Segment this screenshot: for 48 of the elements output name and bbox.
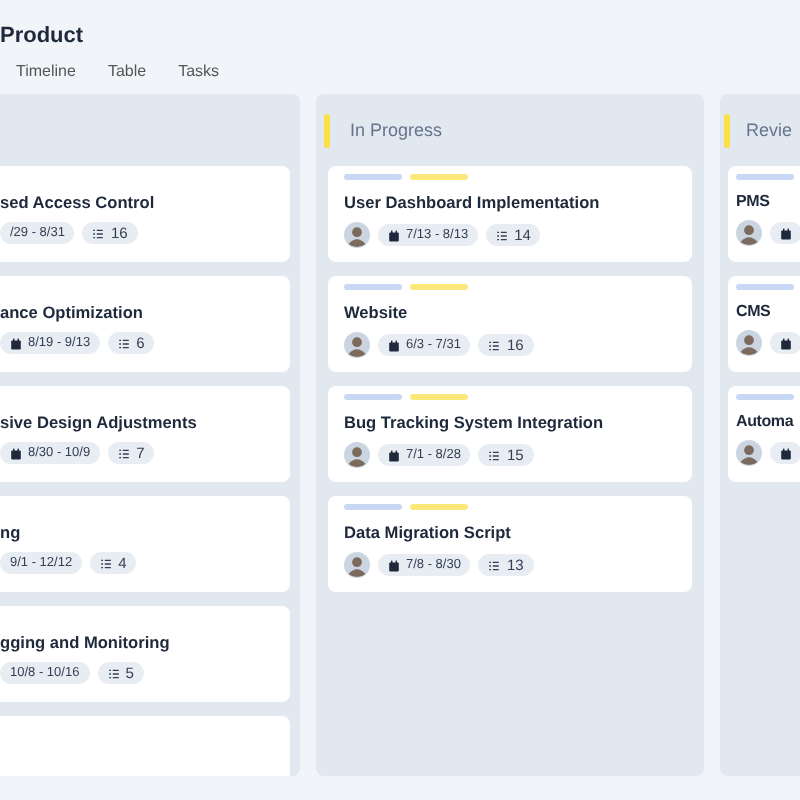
calendar-icon: [388, 559, 400, 571]
avatar-icon: [344, 332, 370, 358]
task-title: Automa: [736, 412, 796, 430]
task-card[interactable]: PMS: [728, 166, 800, 262]
column-title: In Progress: [350, 120, 443, 140]
list-icon: [118, 337, 131, 349]
task-title: sive Design Adjustments: [0, 412, 199, 432]
task-title: gging and Monitoring: [0, 632, 172, 652]
calendar-icon: [10, 337, 22, 349]
column-accent-bar: [324, 113, 330, 147]
avatar-icon: [736, 330, 762, 356]
list-icon: [100, 557, 113, 569]
calendar-icon: [388, 449, 400, 461]
calendar-icon: [780, 337, 792, 349]
task-title: CMS: [736, 302, 773, 320]
list-icon: [118, 447, 131, 459]
calendar-icon: [780, 447, 792, 459]
task-title: Data Migration Script: [344, 522, 513, 542]
task-title: ng: [0, 522, 23, 542]
avatar-icon: [344, 222, 370, 248]
task-card[interactable]: CMS: [728, 276, 800, 372]
task-title: ance Optimization: [0, 302, 145, 322]
task-title: User Dashboard Implementation: [344, 192, 602, 212]
task-title: Website: [344, 302, 410, 322]
task-title: Bug Tracking System Integration: [344, 412, 606, 432]
task-card[interactable]: Automa: [728, 386, 800, 482]
avatar-icon: [736, 440, 762, 466]
task-title: sed Access Control: [0, 192, 157, 212]
view-tab[interactable]: Table: [95, 57, 159, 83]
calendar-icon: [388, 229, 400, 241]
list-icon: [488, 449, 501, 461]
task-title: PMS: [736, 192, 772, 210]
avatar-icon: [736, 220, 762, 246]
view-tab[interactable]: Tasks: [166, 57, 232, 83]
list-icon: [107, 667, 120, 679]
calendar-icon: [388, 339, 400, 351]
view-tab[interactable]: Timeline: [4, 57, 88, 83]
avatar-icon: [344, 442, 370, 468]
column-title: Revie: [746, 120, 793, 140]
list-icon: [488, 339, 501, 351]
list-icon: [92, 227, 105, 239]
column-accent-bar: [724, 113, 730, 147]
avatar-icon: [344, 552, 370, 578]
calendar-icon: [780, 227, 792, 239]
list-icon: [496, 229, 509, 241]
list-icon: [488, 559, 501, 571]
calendar-icon: [10, 447, 22, 459]
project-title: Product: [0, 24, 84, 48]
